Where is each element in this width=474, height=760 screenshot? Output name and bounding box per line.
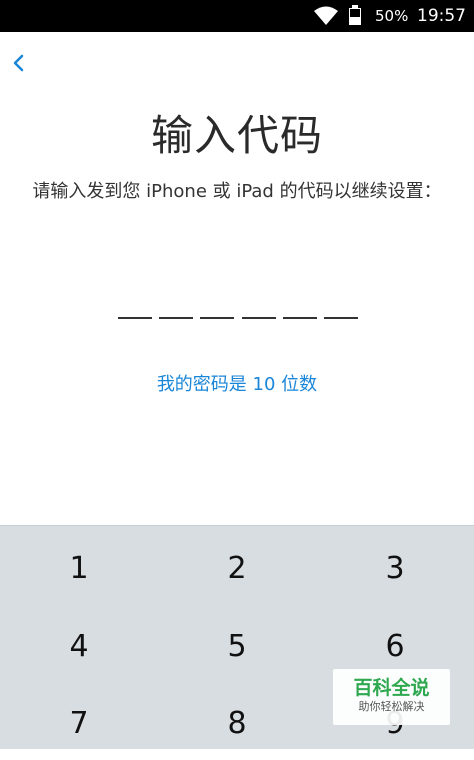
watermark-subtitle: 助你轻松解决 xyxy=(358,700,425,713)
code-slot[interactable] xyxy=(200,317,235,319)
battery-icon xyxy=(349,8,361,25)
code-slot[interactable] xyxy=(118,317,152,319)
battery-level xyxy=(350,16,360,24)
code-slot[interactable] xyxy=(241,317,276,319)
ten-digit-code-link[interactable]: 我的密码是 10 位数 xyxy=(0,370,474,400)
code-slot[interactable] xyxy=(159,317,194,319)
chevron-left-icon xyxy=(13,54,24,72)
watermark: 百科全说 助你轻松解决 xyxy=(333,669,450,725)
key-7[interactable]: 7 xyxy=(0,686,158,760)
code-input[interactable] xyxy=(118,317,358,321)
status-time: 19:57 xyxy=(417,6,466,26)
code-slot[interactable] xyxy=(323,317,358,319)
page-subtitle: 请输入发到您 iPhone 或 iPad 的代码以继续设置： xyxy=(32,181,442,202)
key-3[interactable]: 3 xyxy=(316,531,474,605)
key-1[interactable]: 1 xyxy=(0,531,158,605)
key-8[interactable]: 8 xyxy=(158,686,316,760)
battery-percentage: 50% xyxy=(375,7,409,25)
code-slot[interactable] xyxy=(282,317,317,319)
status-bar: 50% 19:57 xyxy=(0,0,474,32)
key-5[interactable]: 5 xyxy=(158,609,316,683)
wifi-icon xyxy=(314,6,338,25)
back-button[interactable] xyxy=(6,50,30,76)
page-title: 输入代码 xyxy=(150,111,323,160)
watermark-title: 百科全说 xyxy=(353,677,430,699)
key-2[interactable]: 2 xyxy=(158,531,316,605)
key-4[interactable]: 4 xyxy=(0,609,158,683)
